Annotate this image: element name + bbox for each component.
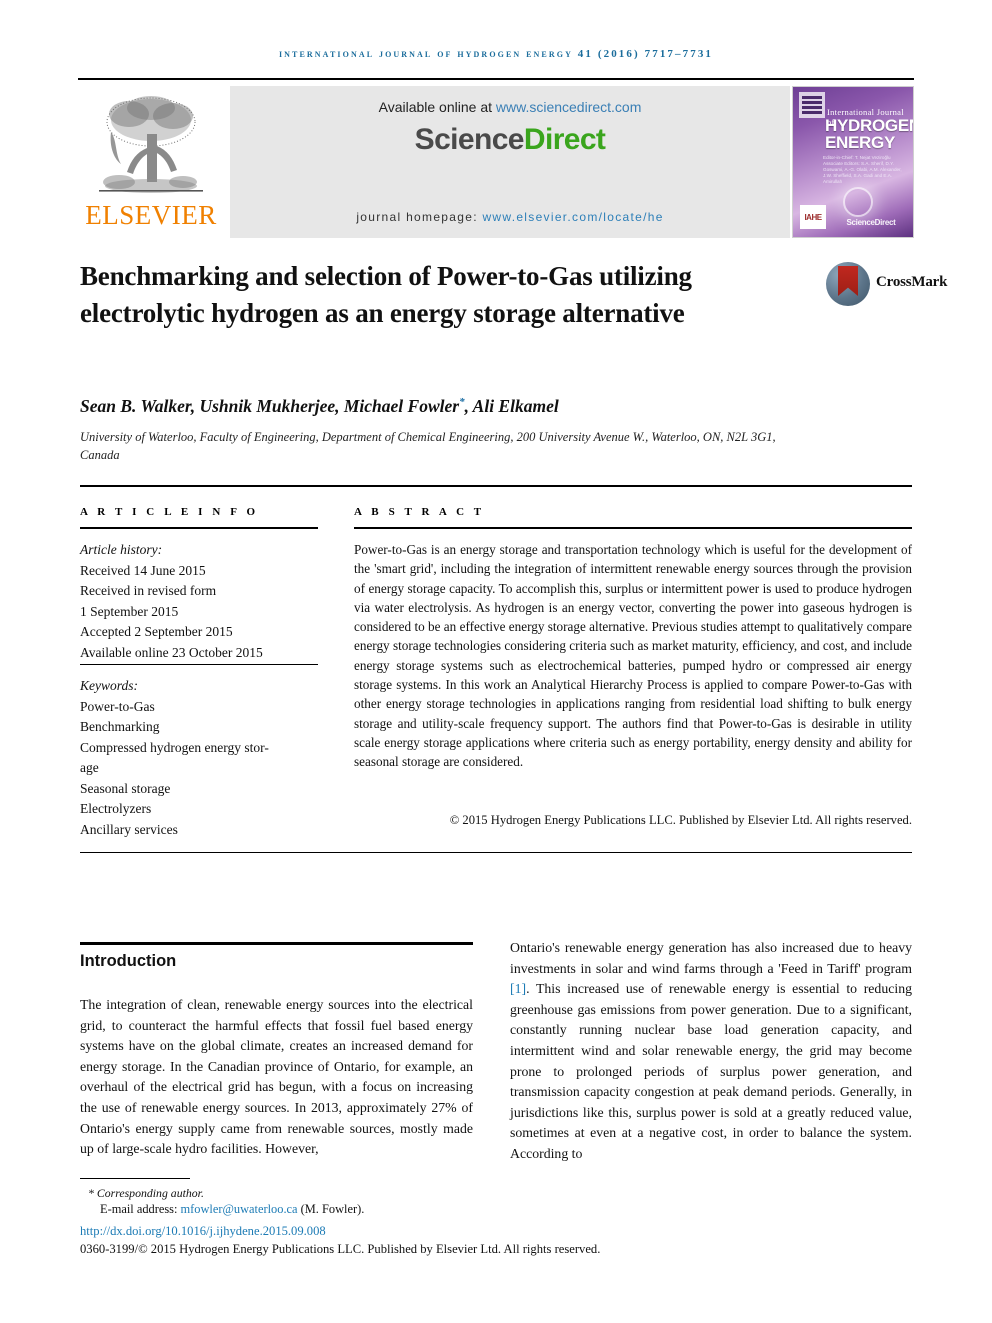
- citation-ref-1[interactable]: [1]: [510, 981, 526, 996]
- section-heading-rule: [80, 942, 473, 945]
- journal-homepage-line: journal homepage: www.elsevier.com/locat…: [356, 210, 663, 224]
- available-online-line: Available online at www.sciencedirect.co…: [379, 99, 642, 115]
- cover-iahe-logo: IAHE: [800, 205, 826, 229]
- sciencedirect-logo: ScienceDirect: [415, 123, 606, 157]
- cover-line-2: HYDROGEN: [825, 116, 914, 135]
- affiliation: University of Waterloo, Faculty of Engin…: [80, 430, 776, 462]
- abstract-rule: [354, 527, 912, 529]
- paper-page: International Journal of Hydrogen Energy…: [0, 0, 992, 1323]
- doi-link[interactable]: http://dx.doi.org/10.1016/j.ijhydene.201…: [80, 1224, 326, 1239]
- section-heading-introduction: Introduction: [80, 952, 177, 970]
- keyword-item: Compressed hydrogen energy stor-: [80, 739, 269, 755]
- email-owner: (M. Fowler).: [297, 1202, 365, 1216]
- abstract-bottom-rule: [80, 852, 912, 853]
- author-list: Sean B. Walker, Ushnik Mukherjee, Michae…: [80, 396, 840, 417]
- crossmark-circle-icon: [826, 262, 870, 306]
- body-right-part1: Ontario's renewable energy generation ha…: [510, 940, 912, 976]
- author-names-tail: , Ali Elkamel: [464, 396, 559, 416]
- footnote-rule: [80, 1178, 190, 1179]
- elsevier-tree-icon: [91, 90, 211, 202]
- article-history-heading: Article history:: [80, 542, 163, 557]
- cover-editors: Editor-in-Chief: T. Nejat Veziroğlu Asso…: [823, 155, 902, 184]
- elsevier-wordmark: ELSEVIER: [85, 200, 217, 230]
- keyword-item: age: [80, 760, 99, 775]
- elsevier-logo: ELSEVIER: [78, 86, 224, 238]
- available-online-text: Available online at: [378, 99, 496, 115]
- cover-title: HYDROGEN ENERGY: [825, 116, 914, 152]
- journal-homepage-label: journal homepage:: [356, 210, 483, 224]
- history-item: Available online 23 October 2015: [80, 644, 263, 660]
- keyword-item: Benchmarking: [80, 719, 160, 734]
- abstract-label: A B S T R A C T: [354, 506, 485, 518]
- keywords-heading: Keywords:: [80, 678, 138, 693]
- article-info-rule: [80, 527, 318, 529]
- crossmark-bookmark-icon: [838, 266, 858, 296]
- email-link[interactable]: mfowler@uwaterloo.ca: [181, 1202, 298, 1216]
- body-column-left: The integration of clean, renewable ener…: [80, 997, 473, 1157]
- sciencedirect-logo-direct: Direct: [523, 123, 606, 156]
- sciencedirect-logo-science: Science: [414, 123, 525, 156]
- crossmark-label: CrossMark: [876, 274, 948, 290]
- cover-sciencedirect-tag: ScienceDirect: [846, 218, 896, 227]
- journal-cover-thumbnail[interactable]: International Journal of HYDROGEN ENERGY…: [792, 86, 914, 238]
- journal-homepage-link[interactable]: www.elsevier.com/locate/he: [482, 210, 663, 224]
- cover-publisher-mark-icon: [799, 92, 825, 118]
- keyword-item: Seasonal storage: [80, 780, 171, 796]
- keyword-item: Power-to-Gas: [80, 698, 155, 714]
- cover-line-3: ENERGY: [825, 133, 895, 152]
- abstract-text: Power-to-Gas is an energy storage and tr…: [354, 542, 912, 770]
- corresponding-author-note: * Corresponding author.: [88, 1186, 204, 1200]
- email-label: E-mail address:: [100, 1202, 181, 1216]
- cover-sciencedirect-note: ScienceDirect: [835, 218, 907, 227]
- cover-ring-graphic: [843, 187, 873, 217]
- info-top-rule: [80, 485, 912, 487]
- author-names: Sean B. Walker, Ushnik Mukherjee, Michae…: [80, 396, 460, 416]
- email-line: E-mail address: mfowler@uwaterloo.ca (M.…: [100, 1202, 660, 1217]
- history-item: 1 September 2015: [80, 603, 179, 619]
- sciencedirect-banner: Available online at www.sciencedirect.co…: [230, 86, 790, 238]
- header-rule: [78, 78, 914, 80]
- journal-masthead: ELSEVIER Available online at www.science…: [78, 86, 914, 238]
- history-item: Received in revised form: [80, 583, 217, 598]
- page-title: Benchmarking and selection of Power-to-G…: [80, 261, 692, 328]
- article-info-label: A R T I C L E I N F O: [80, 506, 259, 518]
- running-head: International Journal of Hydrogen Energy…: [278, 48, 714, 60]
- sciencedirect-link[interactable]: www.sciencedirect.com: [496, 99, 642, 115]
- history-item: Received 14 June 2015: [80, 562, 206, 578]
- keywords-divider-rule: [80, 664, 318, 665]
- article-history: Article history: Received 14 June 2015 R…: [80, 540, 330, 663]
- history-item: Accepted 2 September 2015: [80, 624, 233, 639]
- crossmark-badge[interactable]: CrossMark: [826, 262, 947, 308]
- body-right-part2: . This increased use of renewable energy…: [510, 981, 912, 1161]
- keyword-item: Electrolyzers: [80, 801, 152, 816]
- keywords-list: Keywords: Power-to-Gas Benchmarking Comp…: [80, 676, 330, 840]
- issn-copyright-line: 0360-3199/© 2015 Hydrogen Energy Publica…: [80, 1242, 601, 1256]
- body-column-right: Ontario's renewable energy generation ha…: [510, 938, 912, 1165]
- abstract-copyright: © 2015 Hydrogen Energy Publications LLC.…: [449, 813, 912, 827]
- keyword-item: Ancillary services: [80, 821, 178, 837]
